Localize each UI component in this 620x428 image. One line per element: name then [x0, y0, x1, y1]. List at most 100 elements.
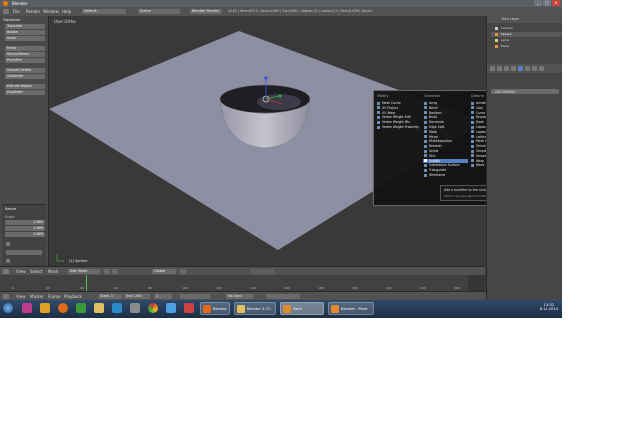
firefox-icon[interactable]: [58, 303, 68, 313]
skin-icon: [424, 154, 427, 158]
menu-item[interactable]: Wave: [471, 163, 485, 168]
bevel-icon: [424, 106, 427, 110]
outliner-row[interactable]: Plane: [491, 44, 561, 49]
extrude-region-button[interactable]: Extrude Region: [5, 84, 45, 89]
photos-icon[interactable]: [40, 303, 50, 313]
modifier-tab-icon[interactable]: [518, 66, 523, 71]
scale-x-field[interactable]: 0.889: [5, 220, 45, 225]
scene-stats: v2.62 | Verts:8/512 | Faces:0/480 | Tris…: [228, 9, 373, 13]
object-tab-icon[interactable]: [511, 66, 516, 71]
scale-y-field[interactable]: 0.889: [5, 226, 45, 231]
menu-item[interactable]: Vertex Weight Proximity: [377, 125, 419, 130]
close-button[interactable]: x: [552, 0, 560, 6]
duplicate-button[interactable]: Duplicate: [5, 90, 45, 95]
interaction-mode-select[interactable]: Edit Mode: [68, 269, 100, 274]
render-tab-icon[interactable]: [490, 66, 495, 71]
mesh-deform-icon: [471, 139, 474, 143]
taskbar-task[interactable]: Blender 2.72 - Go...: [234, 302, 276, 315]
app-icon[interactable]: [166, 303, 176, 313]
editor-type-icon[interactable]: [3, 9, 9, 14]
subdivide-button[interactable]: Subdivide: [5, 74, 45, 79]
translate-button[interactable]: Translate: [5, 24, 45, 29]
taskbar-task[interactable]: Blender - Paint: [328, 302, 374, 315]
outliner-row[interactable]: Camera: [491, 26, 561, 31]
window-controls: _ □ x: [534, 0, 560, 6]
viewport-menu-select[interactable]: Select: [30, 269, 42, 274]
minimize-button[interactable]: _: [534, 0, 542, 6]
app-icon[interactable]: [130, 303, 140, 313]
data-tab-icon[interactable]: [525, 66, 530, 71]
scale-button[interactable]: Scale: [5, 36, 45, 41]
properties-tabs: [487, 64, 562, 73]
proportional-checkbox[interactable]: [6, 259, 10, 263]
shrinkwrap-icon: [471, 144, 474, 148]
media-player-icon[interactable]: [22, 303, 32, 313]
smooth-vertex-button[interactable]: Smooth Vertex: [5, 68, 45, 73]
start-button-icon[interactable]: [3, 303, 13, 313]
editor-type-icon[interactable]: [3, 269, 9, 274]
app-icon[interactable]: [112, 303, 122, 313]
end-frame-field[interactable]: End: 250: [124, 294, 150, 299]
render-engine-select[interactable]: Blender Render: [190, 9, 222, 14]
maximize-button[interactable]: □: [543, 0, 551, 6]
material-tab-icon[interactable]: [532, 66, 537, 71]
chrome-icon[interactable]: [148, 303, 158, 313]
orientation-select[interactable]: [6, 250, 42, 255]
taskbar-task[interactable]: Blender - Mozilla Firefox: [200, 302, 230, 315]
shrink-fatten-button[interactable]: Shrink/Fatten: [5, 52, 45, 57]
timeline[interactable]: 0 20 40 60 80 100 120 140 160 180 200 22…: [0, 275, 485, 291]
timeline-tick: 220: [386, 286, 392, 290]
taskbar-task[interactable]: Paint: [280, 302, 324, 315]
mirror-button[interactable]: Mirror: [5, 46, 45, 51]
pivot-icon[interactable]: [112, 269, 118, 274]
add-modifier-button[interactable]: Add Modifier: [491, 89, 559, 94]
timeline-tick: 100: [182, 286, 188, 290]
laplacian-smooth-icon: [471, 125, 474, 129]
mesh-cache-icon: [377, 101, 380, 105]
outliner-row[interactable]: Sphere: [491, 32, 561, 37]
viewport-menu-mesh[interactable]: Mesh: [48, 269, 59, 274]
texture-tab-icon[interactable]: [539, 66, 544, 71]
menu-help[interactable]: Help: [62, 9, 71, 14]
viewport-menu-view[interactable]: View: [16, 269, 26, 274]
editor-type-icon[interactable]: [3, 294, 9, 299]
world-tab-icon[interactable]: [504, 66, 509, 71]
menu-render[interactable]: Render: [26, 9, 40, 14]
current-frame-field[interactable]: 1: [154, 294, 172, 299]
timeline-menu-view[interactable]: View: [16, 294, 26, 299]
playback-controls-icon[interactable]: [180, 294, 210, 299]
timeline-menu-playback[interactable]: Playback: [64, 294, 82, 299]
push-pull-button[interactable]: Push/Pull: [5, 58, 45, 63]
constraint-checkbox[interactable]: [6, 242, 10, 246]
scene-tab-icon[interactable]: [497, 66, 502, 71]
menu-window[interactable]: Window: [43, 9, 59, 14]
tray-icons[interactable]: [508, 305, 530, 311]
explorer-icon[interactable]: [94, 303, 104, 313]
axis-widget-icon: [56, 254, 64, 262]
transform-orientation-select[interactable]: Global: [152, 269, 176, 274]
keying-set-field[interactable]: [266, 294, 300, 299]
rotate-button[interactable]: Rotate: [5, 30, 45, 35]
app-icon[interactable]: [76, 303, 86, 313]
menu-file[interactable]: File: [13, 9, 20, 14]
array-icon: [424, 101, 427, 105]
sync-mode-select[interactable]: No Sync: [226, 294, 254, 299]
paint-icon: [331, 305, 339, 313]
timeline-tick: 180: [318, 286, 324, 290]
scene-select[interactable]: Scene: [138, 9, 180, 14]
start-frame-field[interactable]: Start: 1: [98, 294, 122, 299]
app-icon[interactable]: [184, 303, 194, 313]
simple-deform-icon: [471, 149, 474, 153]
scale-z-field[interactable]: 0.889: [5, 232, 45, 237]
screen-layout-select[interactable]: Default: [82, 9, 126, 14]
current-frame-marker[interactable]: [86, 275, 87, 291]
timeline-menu-frame[interactable]: Frame: [48, 294, 60, 299]
windows-taskbar: Blender - Mozilla Firefox Blender 2.72 -…: [0, 300, 562, 318]
layers-icon[interactable]: [250, 269, 274, 274]
snap-icon[interactable]: [180, 269, 186, 274]
menu-item[interactable]: Wireframe: [424, 173, 445, 178]
timeline-menu-marker[interactable]: Marker: [30, 294, 44, 299]
outliner-row[interactable]: Lamp: [491, 38, 561, 43]
shading-icon[interactable]: [104, 269, 110, 274]
taskbar-clock[interactable]: 13:32 8.11.2014: [540, 303, 558, 311]
